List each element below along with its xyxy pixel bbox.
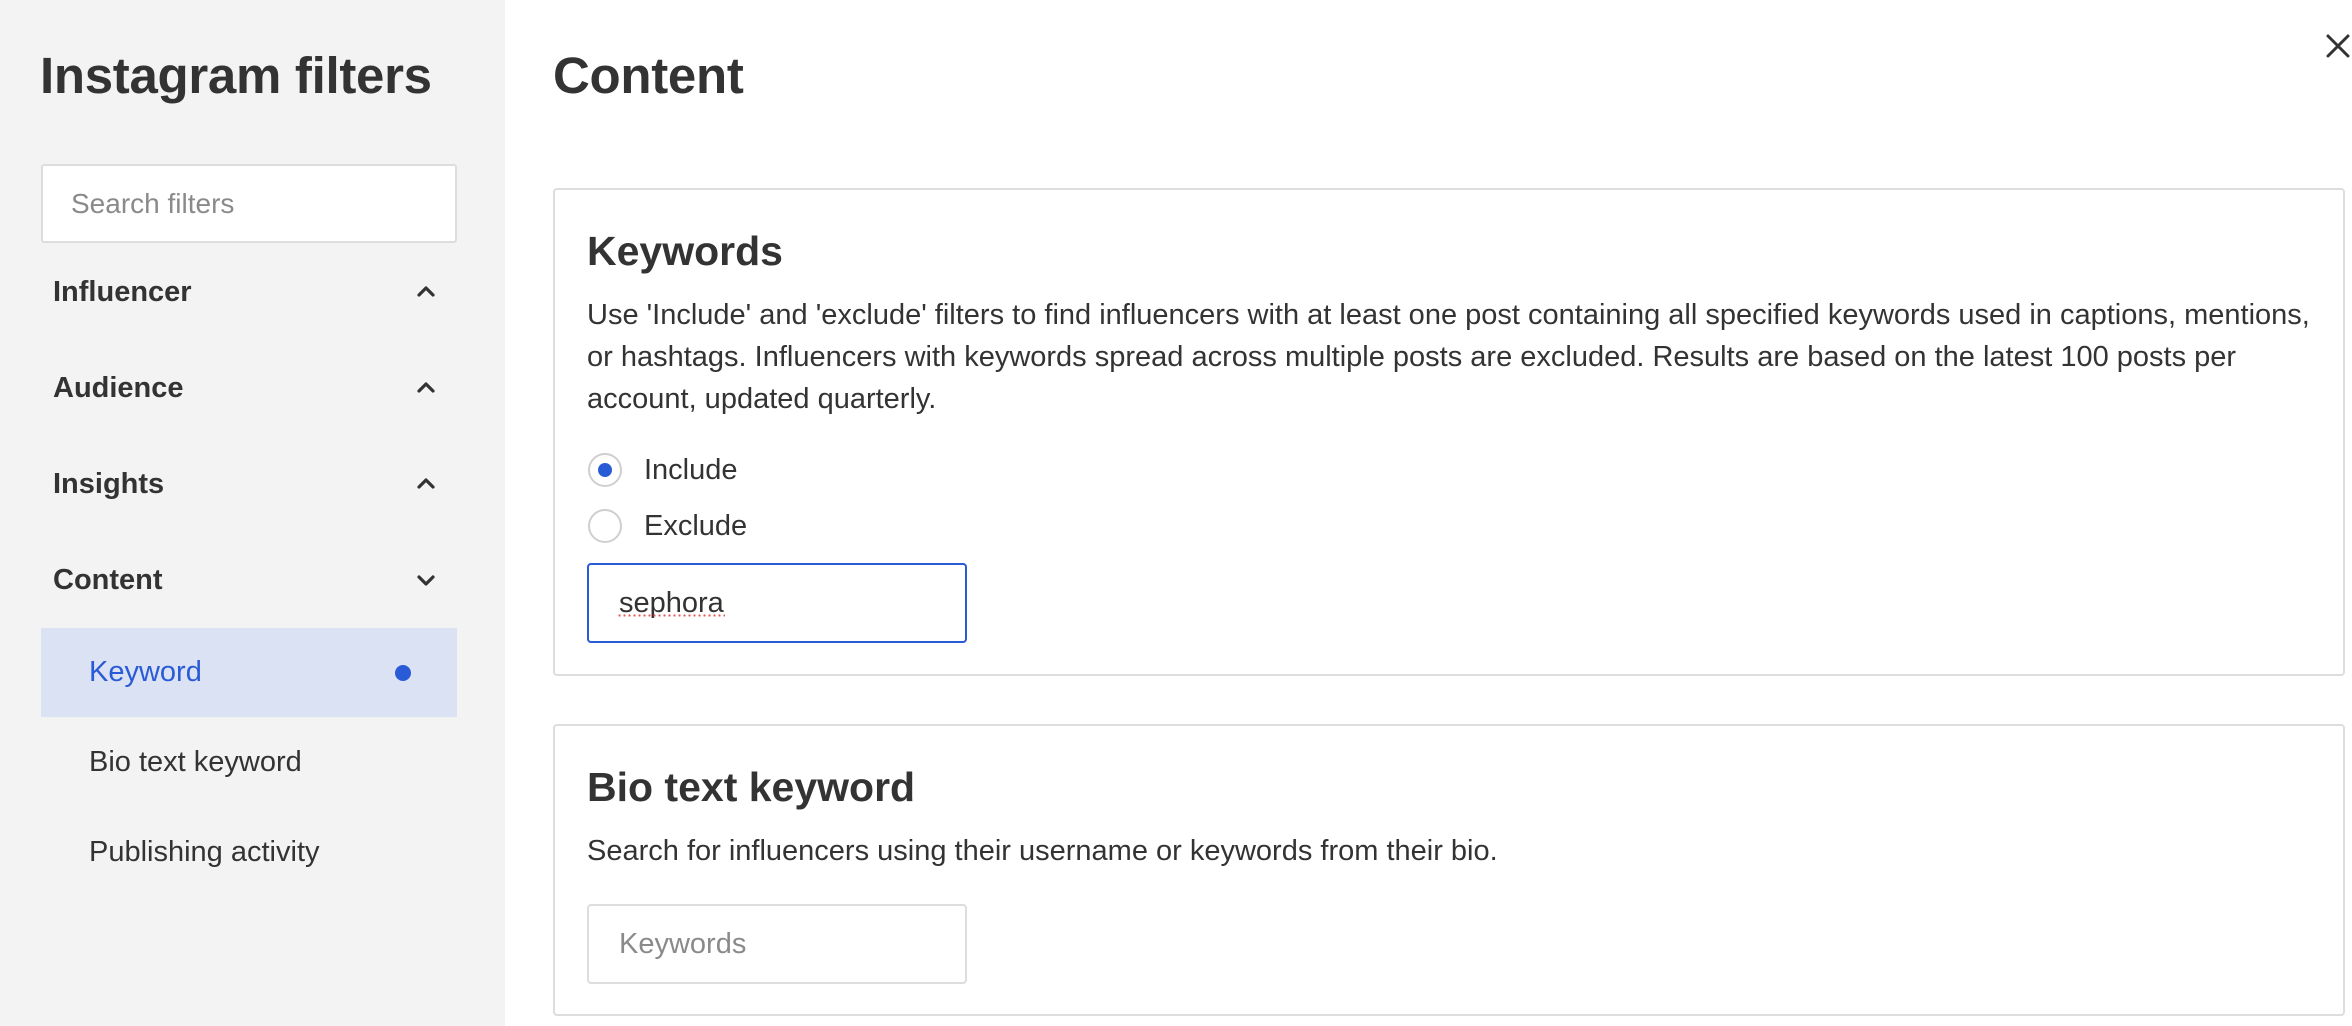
bio-keywords-input[interactable]: [587, 904, 967, 984]
nav-section-label: Content: [53, 563, 163, 596]
filters-dialog: Instagram filters Influencer Audience In…: [0, 0, 2352, 1026]
nav-section-insights[interactable]: Insights: [41, 444, 457, 524]
bio-text-keyword-card: Bio text keyword Search for influencers …: [553, 724, 2345, 1016]
nav-section-content[interactable]: Content: [41, 540, 457, 620]
sidebar-item-label: Publishing activity: [89, 836, 320, 868]
exclude-label: Exclude: [644, 509, 748, 542]
sidebar-item-label: Keyword: [89, 656, 202, 688]
keywords-card: Keywords Use 'Include' and 'exclude' fil…: [553, 188, 2345, 676]
sidebar-item-publishing-activity[interactable]: Publishing activity: [41, 808, 457, 897]
radio-selected-dot: [598, 463, 612, 477]
keywords-card-description: Use 'Include' and 'exclude' filters to f…: [587, 299, 2310, 415]
include-radio-option[interactable]: Include: [588, 451, 738, 489]
spellcheck-underline: [617, 614, 725, 617]
bio-card-title: Bio text keyword: [587, 764, 916, 810]
exclude-radio[interactable]: [588, 509, 622, 543]
search-filters-input[interactable]: [41, 164, 457, 243]
exclude-radio-option[interactable]: Exclude: [588, 507, 747, 545]
include-label: Include: [644, 453, 738, 486]
page-title: Content: [553, 47, 744, 104]
nav-section-label: Influencer: [53, 275, 192, 308]
close-icon: [2326, 34, 2350, 58]
active-indicator-dot: [395, 664, 411, 681]
nav-section-label: Audience: [53, 371, 184, 404]
sidebar-item-label: Bio text keyword: [89, 746, 302, 778]
keywords-card-title: Keywords: [587, 228, 783, 274]
close-button[interactable]: [2318, 22, 2352, 70]
include-radio[interactable]: [588, 453, 622, 487]
sidebar: Instagram filters Influencer Audience In…: [0, 0, 505, 1026]
sidebar-item-bio-text-keyword[interactable]: Bio text keyword: [41, 718, 457, 807]
nav-section-audience[interactable]: Audience: [41, 348, 457, 428]
chevron-up-icon: [407, 369, 445, 407]
nav-section-influencer[interactable]: Influencer: [41, 252, 457, 332]
chevron-down-icon: [407, 561, 445, 599]
keyword-input[interactable]: [587, 563, 967, 643]
chevron-up-icon: [407, 273, 445, 311]
bio-card-description: Search for influencers using their usern…: [587, 835, 1498, 867]
sidebar-title: Instagram filters: [40, 47, 432, 104]
sidebar-item-keyword[interactable]: Keyword: [41, 628, 457, 717]
chevron-up-icon: [407, 465, 445, 503]
nav-section-label: Insights: [53, 467, 165, 500]
